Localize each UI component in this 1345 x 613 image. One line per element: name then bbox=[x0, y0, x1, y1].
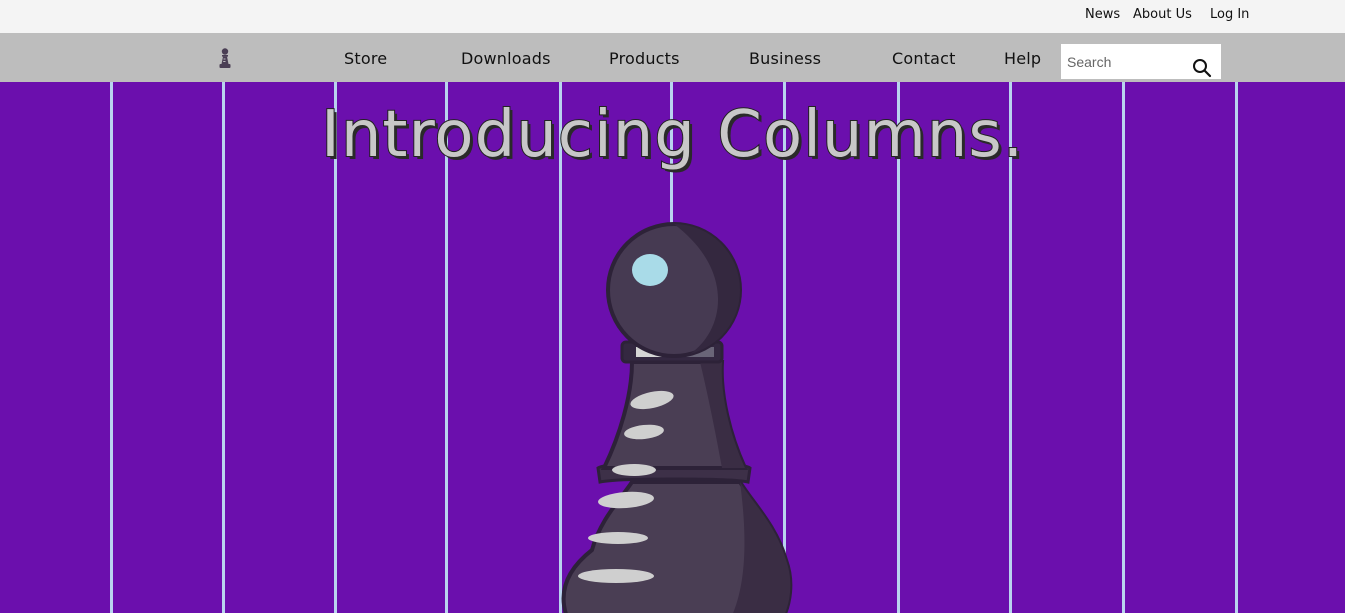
news-link[interactable]: News bbox=[1085, 7, 1120, 23]
pawn-logo-icon[interactable] bbox=[217, 47, 233, 69]
search-input[interactable] bbox=[1061, 44, 1187, 79]
search-icon[interactable] bbox=[1192, 58, 1212, 78]
pawn-illustration bbox=[561, 222, 793, 613]
nav-store[interactable]: Store bbox=[344, 49, 387, 69]
hero-banner: Introducing Columns. bbox=[0, 82, 1345, 613]
nav-downloads[interactable]: Downloads bbox=[461, 49, 551, 69]
hero-headline: Introducing Columns. bbox=[320, 97, 1025, 173]
search-box bbox=[1061, 44, 1221, 79]
nav-business[interactable]: Business bbox=[749, 49, 821, 69]
about-us-link[interactable]: About Us bbox=[1133, 7, 1192, 23]
log-in-link[interactable]: Log In bbox=[1210, 7, 1249, 23]
nav-products[interactable]: Products bbox=[609, 49, 680, 69]
top-utility-bar: News About Us Log In bbox=[0, 0, 1345, 33]
nav-help[interactable]: Help bbox=[1004, 49, 1041, 69]
main-navigation: Store Downloads Products Business Contac… bbox=[0, 33, 1345, 82]
nav-contact[interactable]: Contact bbox=[892, 49, 956, 69]
